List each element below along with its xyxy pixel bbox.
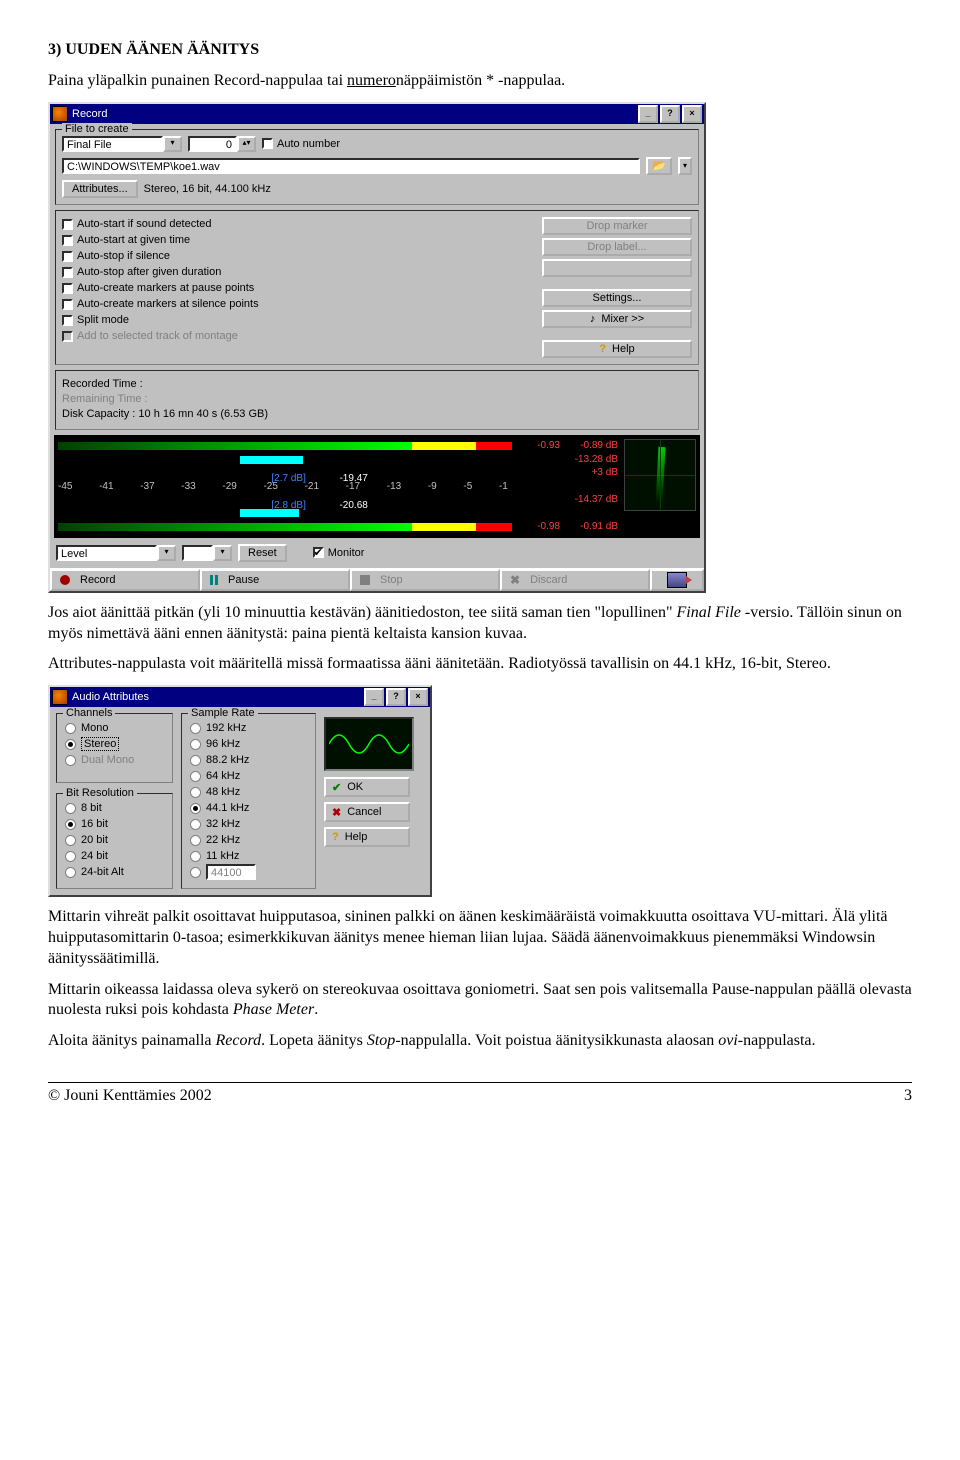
opt-markers-pause[interactable]: Auto-create markers at pause points [62,281,542,296]
level-meter: -0.93 -0.89 dB -13.28 dB [2.7 dB] -19.47 [54,435,700,538]
help-icon[interactable]: ? [660,105,680,123]
page-number: 3 [904,1087,912,1105]
opt-markers-silence[interactable]: Auto-create markers at silence points [62,297,542,312]
close-icon[interactable]: × [682,105,702,123]
paragraph-final-file: Jos aiot äänittää pitkän (yli 10 minuutt… [48,603,912,645]
folder-history-button[interactable]: ▾ [678,157,692,175]
paragraph-meters: Mittarin vihreät palkit osoittavat huipp… [48,907,912,969]
stop-icon [360,575,370,585]
aa-help-button[interactable]: ?Help [324,827,410,847]
drop-marker-button: Drop marker [542,217,692,235]
radio-16bit[interactable]: 16 bit [65,816,164,832]
waveform-preview [324,717,414,771]
minimize-icon[interactable]: _ [638,105,658,123]
pause-button[interactable]: Pause [200,569,350,591]
radio-mono[interactable]: Mono [65,720,164,736]
paragraph-goniometer: Mittarin oikeassa laidassa oleva sykerö … [48,980,912,1022]
door-exit-icon [667,572,687,588]
file-to-create-group: File to create Final File▾ 0▴▾ Auto numb… [55,129,699,205]
record-button[interactable]: Record [50,569,200,591]
radio-882k[interactable]: 88.2 kHz [190,752,307,768]
close-icon[interactable]: × [408,688,428,706]
blank-button [542,259,692,277]
radio-24bit[interactable]: 24 bit [65,848,164,864]
opt-autostart-sound[interactable]: Auto-start if sound detected [62,217,542,232]
monitor-checkbox[interactable]: ✔Monitor [313,545,365,560]
opt-autostart-time[interactable]: Auto-start at given time [62,233,542,248]
minimize-icon[interactable]: _ [364,688,384,706]
transport-bar: Record Pause Stop ✖Discard [50,568,704,591]
discard-button: ✖Discard [500,569,650,591]
copyright: © Jouni Kenttämies 2002 [48,1087,212,1104]
options-group: Auto-start if sound detected Auto-start … [55,210,699,365]
radio-11k[interactable]: 11 kHz [190,848,307,864]
radio-stereo[interactable]: Stereo [65,736,164,752]
check-icon: ✔ [332,781,341,794]
opt-autostop-duration[interactable]: Auto-stop after given duration [62,265,542,280]
file-path-field[interactable]: C:\WINDOWS\TEMP\koe1.wav [62,158,640,174]
radio-48k[interactable]: 48 kHz [190,784,307,800]
attributes-button[interactable]: Attributes... [62,180,138,198]
drop-label-button: Drop label... [542,238,692,256]
browse-folder-button[interactable]: 📂 [646,157,672,175]
app-icon [52,689,68,705]
reset-button[interactable]: Reset [238,544,287,562]
help-button[interactable]: ?Help [542,340,692,358]
radio-custom-sr[interactable]: 44100 [190,864,307,880]
meter-scale: -45-41-37-33-29-25-21-17-13-9-5-1 [58,479,618,494]
level-history-combo[interactable]: ▾ [182,545,232,561]
record-window: Record _ ? × File to create Final File▾ … [48,102,706,593]
radio-64k[interactable]: 64 kHz [190,768,307,784]
paragraph-recording: Aloita äänitys painamalla Record. Lopeta… [48,1031,912,1052]
opt-add-to-montage: Add to selected track of montage [62,329,542,344]
aa-title: Audio Attributes [72,691,149,703]
file-index-spinner[interactable]: 0▴▾ [188,136,256,152]
radio-24bit-alt[interactable]: 24-bit Alt [65,864,164,880]
radio-8bit[interactable]: 8 bit [65,800,164,816]
level-combo[interactable]: Level▾ [56,545,176,561]
page-footer: © Jouni Kenttämies 2002 3 [48,1082,912,1105]
samplerate-panel: Sample Rate 192 kHz 96 kHz 88.2 kHz 64 k… [181,713,316,889]
app-icon [52,106,68,122]
section-heading: 3) UUDEN ÄÄNEN ÄÄNITYS [48,40,912,61]
record-icon [60,575,70,585]
format-summary-label: Stereo, 16 bit, 44.100 kHz [144,183,271,195]
file-type-combo[interactable]: Final File▾ [62,136,182,152]
radio-32k[interactable]: 32 kHz [190,816,307,832]
aa-titlebar[interactable]: Audio Attributes _ ? × [50,687,430,707]
pause-icon [210,575,218,585]
ok-button[interactable]: ✔OK [324,777,410,797]
opt-split-mode[interactable]: Split mode [62,313,542,328]
radio-20bit[interactable]: 20 bit [65,832,164,848]
paragraph-attributes: Attributes-nappulasta voit määritellä mi… [48,654,912,675]
radio-192k[interactable]: 192 kHz [190,720,307,736]
time-info-group: Recorded Time : Remaining Time : Disk Ca… [55,370,699,430]
stop-button: Stop [350,569,500,591]
radio-96k[interactable]: 96 kHz [190,736,307,752]
audio-attributes-window: Audio Attributes _ ? × Channels Mono Ste… [48,685,432,897]
help-icon[interactable]: ? [386,688,406,706]
window-title: Record [72,108,107,120]
bit-panel: Bit Resolution 8 bit 16 bit 20 bit 24 bi… [56,793,173,889]
exit-button[interactable] [650,569,704,591]
settings-button[interactable]: Settings... [542,289,692,307]
titlebar[interactable]: Record _ ? × [50,104,704,124]
auto-number-checkbox[interactable]: Auto number [262,136,340,151]
mixer-button[interactable]: ♪Mixer >> [542,310,692,328]
help-icon: ? [332,831,339,843]
radio-441k[interactable]: 44.1 kHz [190,800,307,816]
cancel-button[interactable]: ✖Cancel [324,802,410,822]
radio-dualmono: Dual Mono [65,752,164,768]
goniometer [624,439,696,511]
radio-22k[interactable]: 22 kHz [190,832,307,848]
opt-autostop-silence[interactable]: Auto-stop if silence [62,249,542,264]
intro-paragraph: Paina yläpalkin punainen Record-nappulaa… [48,71,912,92]
channels-panel: Channels Mono Stereo Dual Mono [56,713,173,783]
cancel-icon: ✖ [332,806,341,819]
discard-icon: ✖ [510,573,520,587]
